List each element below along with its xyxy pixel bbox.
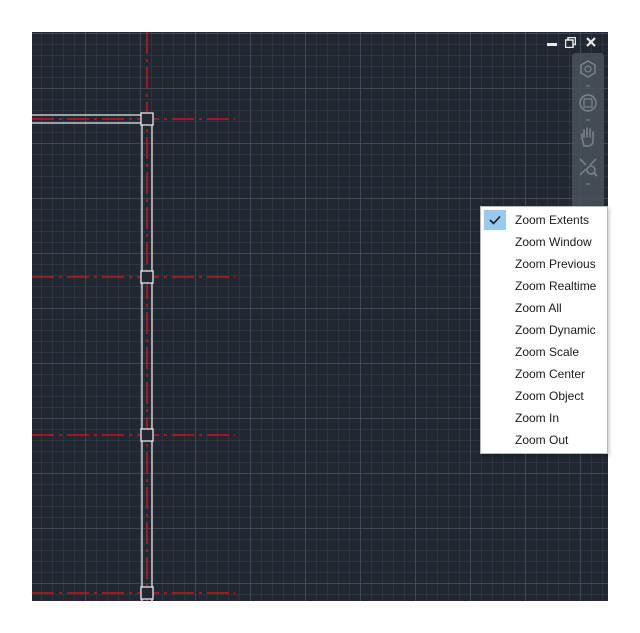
zoom-extents-button[interactable] xyxy=(576,155,600,179)
menu-item-label: Zoom Previous xyxy=(515,257,596,271)
menu-item-zoom-scale[interactable]: Zoom Scale xyxy=(482,341,606,363)
node-marker[interactable] xyxy=(140,112,154,126)
checkmark-icon xyxy=(484,210,506,230)
menu-item-zoom-previous[interactable]: Zoom Previous xyxy=(482,253,606,275)
pan-button[interactable] xyxy=(576,125,600,149)
close-button[interactable] xyxy=(584,35,598,49)
view-cube-button[interactable] xyxy=(576,91,600,115)
node-marker[interactable] xyxy=(140,428,154,442)
menu-item-zoom-in[interactable]: Zoom In xyxy=(482,407,606,429)
pan-hand-icon xyxy=(581,127,594,147)
menu-item-label: Zoom Window xyxy=(515,235,592,249)
menu-item-zoom-realtime[interactable]: Zoom Realtime xyxy=(482,275,606,297)
menu-item-zoom-window[interactable]: Zoom Window xyxy=(482,231,606,253)
nav-separator xyxy=(586,183,590,185)
node-marker[interactable] xyxy=(140,270,154,284)
zoom-extents-icon xyxy=(579,158,598,177)
menu-item-label: Zoom All xyxy=(515,301,562,315)
menu-item-zoom-extents[interactable]: Zoom Extents xyxy=(482,209,606,231)
steering-wheel-icon xyxy=(580,60,596,78)
menu-item-label: Zoom Scale xyxy=(515,345,580,359)
menu-item-zoom-dynamic[interactable]: Zoom Dynamic xyxy=(482,319,606,341)
restore-icon xyxy=(564,36,576,48)
nav-separator xyxy=(586,85,590,87)
menu-item-label: Zoom Object xyxy=(515,389,584,403)
steering-wheel-button[interactable] xyxy=(576,57,600,81)
minimize-button[interactable] xyxy=(546,35,558,49)
restore-button[interactable] xyxy=(564,35,576,49)
menu-item-label: Zoom Realtime xyxy=(515,279,597,293)
zoom-context-menu: Zoom Extents Zoom Window Zoom Previous Z… xyxy=(480,206,608,454)
close-icon xyxy=(586,37,596,47)
view-cube-icon xyxy=(579,94,597,112)
menu-item-zoom-out[interactable]: Zoom Out xyxy=(482,429,606,451)
minimize-icon xyxy=(547,43,557,46)
menu-item-zoom-center[interactable]: Zoom Center xyxy=(482,363,606,385)
menu-item-zoom-all[interactable]: Zoom All xyxy=(482,297,606,319)
menu-item-label: Zoom In xyxy=(515,411,560,425)
nav-separator xyxy=(586,119,590,121)
menu-item-label: Zoom Center xyxy=(515,367,586,381)
menu-item-label: Zoom Extents xyxy=(515,213,590,227)
menu-item-zoom-object[interactable]: Zoom Object xyxy=(482,385,606,407)
node-marker[interactable] xyxy=(140,586,154,600)
menu-item-label: Zoom Dynamic xyxy=(515,323,596,337)
menu-item-label: Zoom Out xyxy=(515,433,569,447)
